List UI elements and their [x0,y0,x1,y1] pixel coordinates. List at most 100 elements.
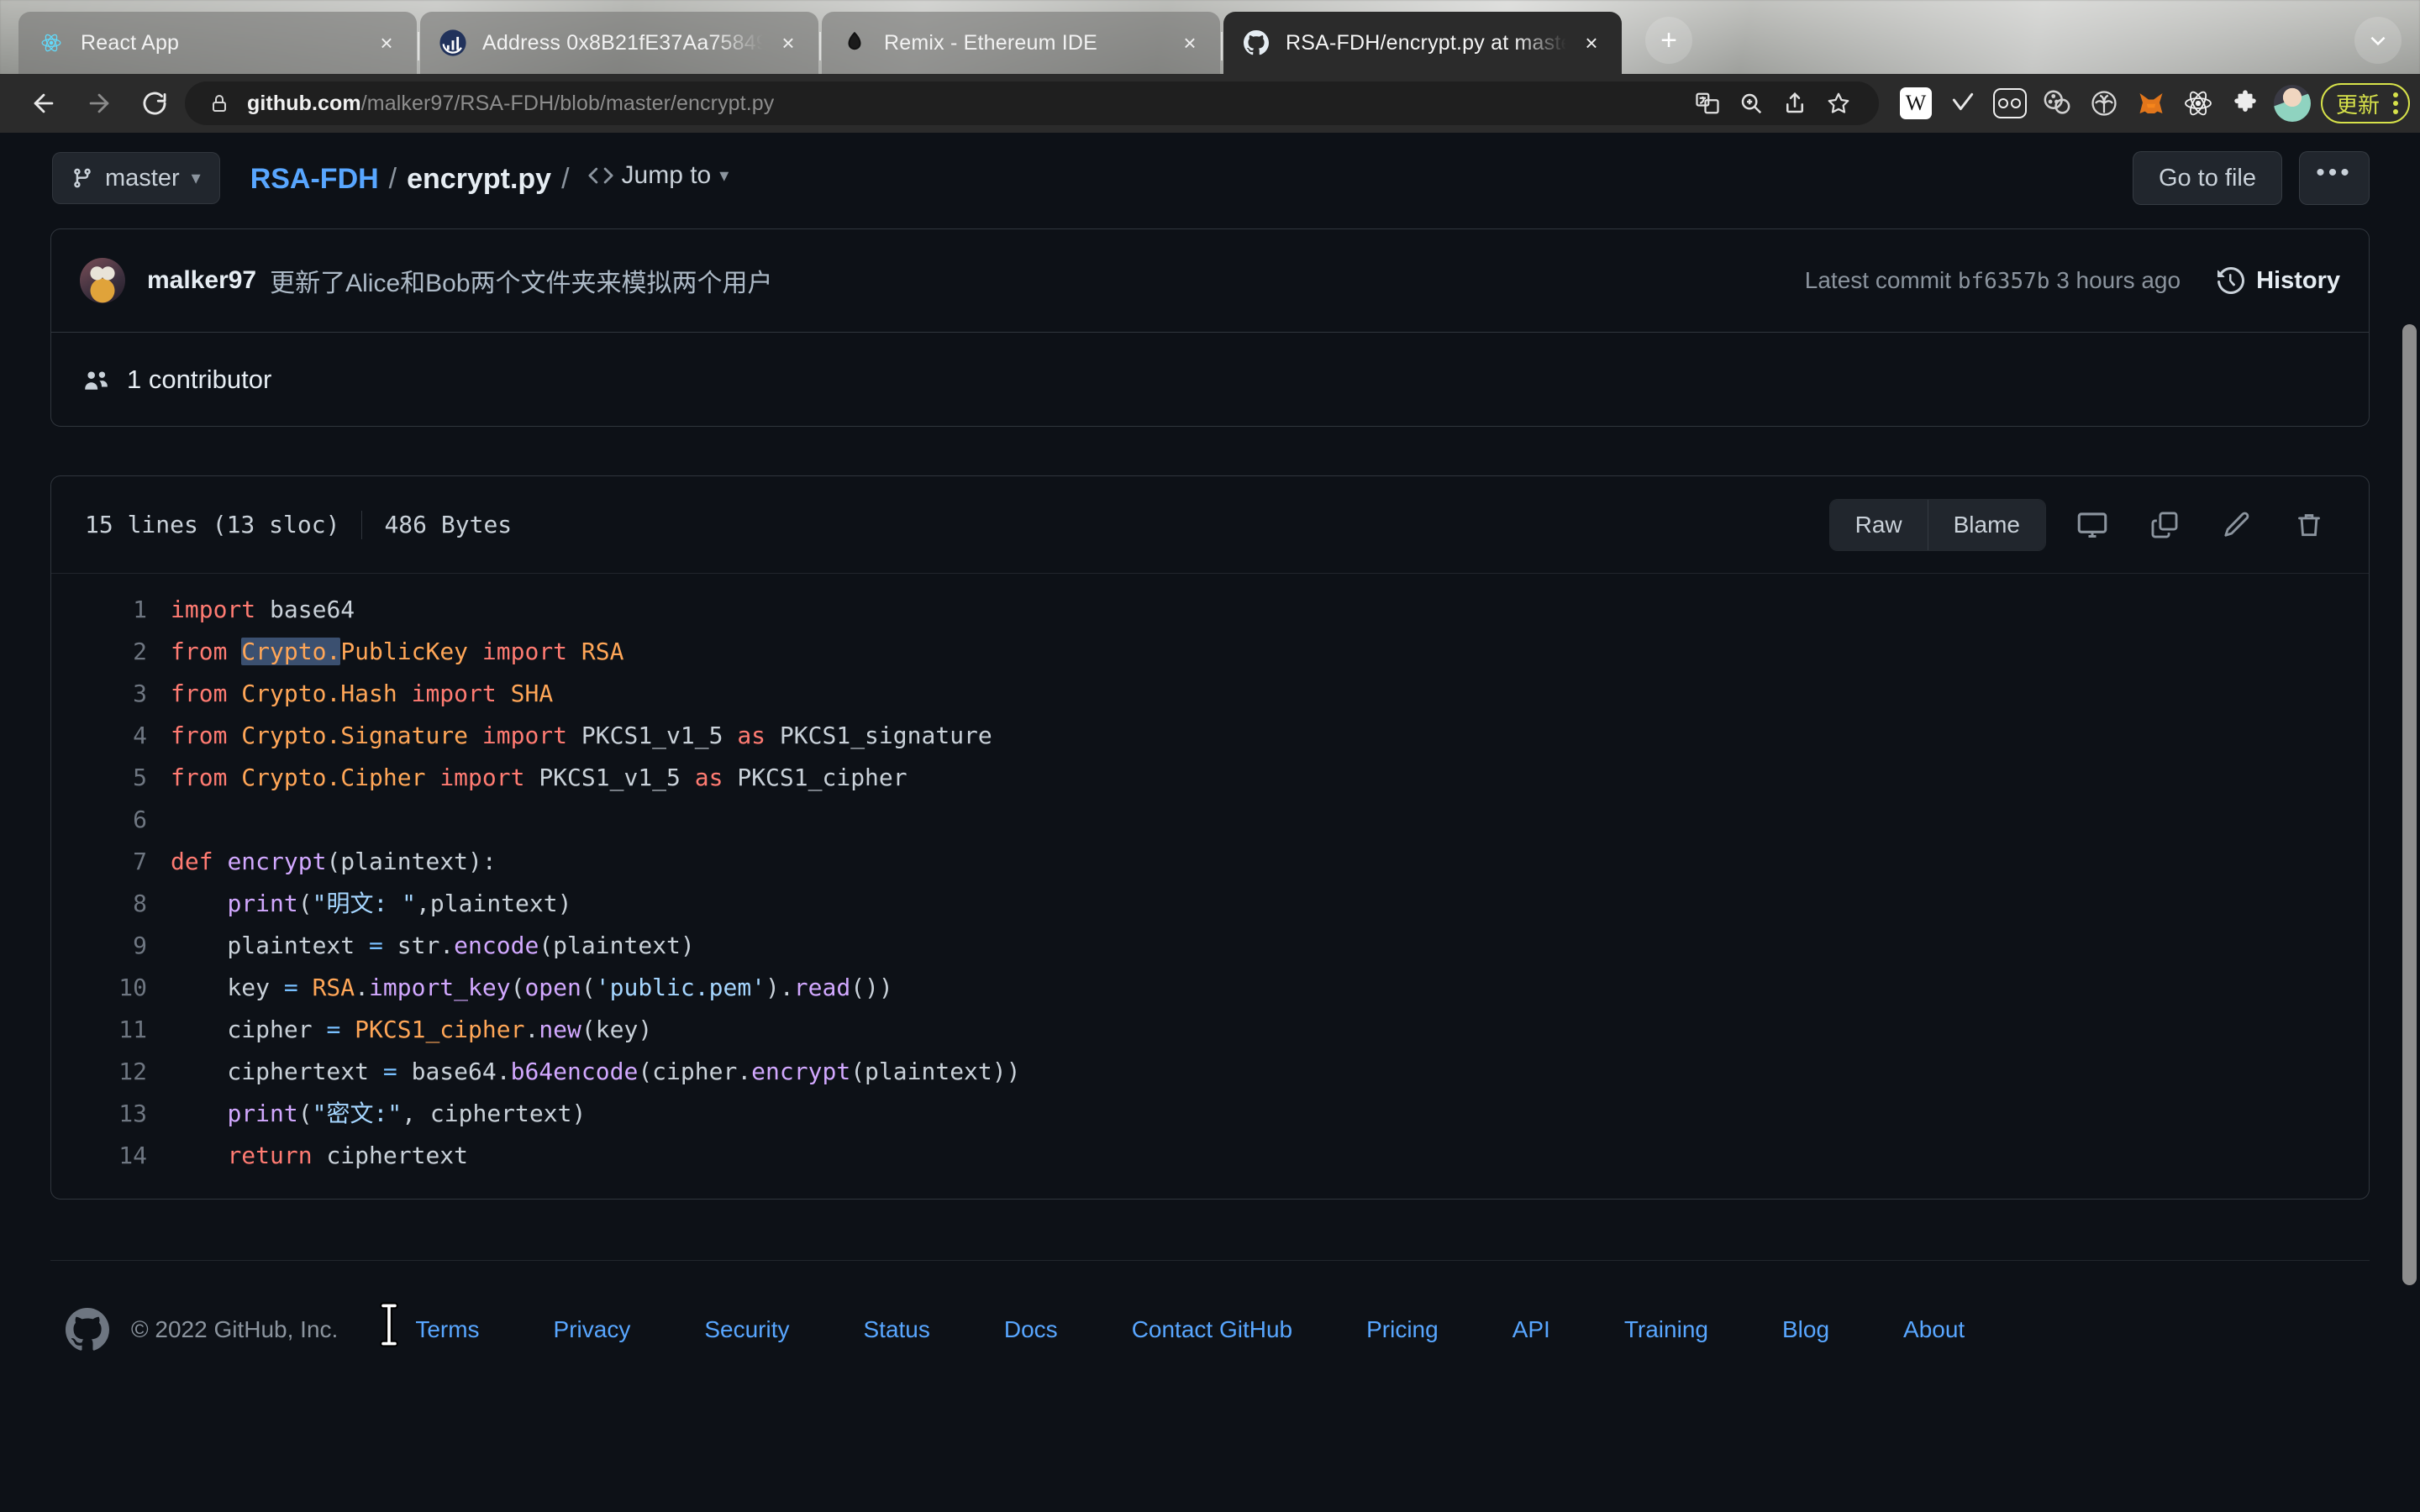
browser-tab-1[interactable]: React App × [18,12,417,74]
profile-avatar-icon[interactable] [2270,81,2314,125]
code-token: print [227,890,298,917]
line-content[interactable]: print("密文:", ciphertext) [171,1093,586,1135]
trash-delete-icon[interactable] [2283,500,2335,550]
blame-button[interactable]: Blame [1927,499,2045,550]
jump-to-button[interactable]: Jump to ▾ [588,161,729,190]
page-scrollbar-thumb[interactable] [2402,324,2417,1285]
tab-close-button[interactable]: × [1173,26,1207,60]
line-content[interactable]: import base64 [171,589,355,631]
code-token: import_key [369,974,511,1001]
line-number[interactable]: 8 [51,883,171,925]
commit-row: malker97 更新了Alice和Bob两个文件夹来模拟两个用户 Latest… [51,229,2369,332]
line-content[interactable]: def encrypt(plaintext): [171,841,497,883]
line-content[interactable]: key = RSA.import_key(open('public.pem').… [171,967,893,1009]
share-icon[interactable] [1773,81,1817,125]
commit-author-link[interactable]: malker97 [147,266,256,295]
pocket-icon[interactable] [1988,81,2032,125]
commit-message[interactable]: 更新了Alice和Bob两个文件夹来模拟两个用户 [270,262,772,299]
line-content[interactable]: from Crypto.Hash import SHA [171,673,553,715]
browser-tab-4[interactable]: RSA-FDH/encrypt.py at master × [1223,12,1622,74]
line-number[interactable]: 5 [51,757,171,799]
tab-close-button[interactable]: × [771,26,805,60]
footer-link[interactable]: Pricing [1366,1316,1439,1343]
grammarly-check-icon[interactable] [1941,81,1985,125]
line-number[interactable]: 6 [51,799,171,841]
commit-sha[interactable]: bf6357b [1958,269,2050,294]
tab-title: Remix - Ethereum IDE [884,30,1098,55]
line-number[interactable]: 4 [51,715,171,757]
reload-icon[interactable] [133,81,176,125]
line-number[interactable]: 7 [51,841,171,883]
desktop-display-icon[interactable] [2066,500,2118,550]
line-number[interactable]: 9 [51,925,171,967]
line-content[interactable]: cipher = PKCS1_cipher.new(key) [171,1009,652,1051]
pencil-edit-icon[interactable] [2211,500,2263,550]
film-reel-icon[interactable] [2035,81,2079,125]
footer-link[interactable]: Docs [1004,1316,1058,1343]
code-token: from [171,638,228,665]
wikipedia-extension-icon[interactable]: W [1894,81,1938,125]
footer-link[interactable]: Training [1624,1316,1708,1343]
forward-arrow-icon[interactable] [77,81,121,125]
line-number[interactable]: 12 [51,1051,171,1093]
github-icon [1242,29,1270,57]
history-link[interactable]: History [2217,267,2340,295]
line-content[interactable]: ciphertext = base64.b64encode(cipher.enc… [171,1051,1020,1093]
line-content[interactable]: from Crypto.Cipher import PKCS1_v1_5 as … [171,757,908,799]
line-number[interactable]: 1 [51,589,171,631]
code-token: ( [581,974,596,1001]
kebab-menu-icon[interactable] [2388,92,2403,114]
palm-tree-icon[interactable] [2082,81,2126,125]
page-scrollbar-track[interactable] [2398,133,2420,1512]
footer-link[interactable]: Terms [415,1316,479,1343]
code-token: ( [297,1100,313,1127]
tab-close-button[interactable]: × [370,26,403,60]
translate-icon[interactable] [1686,81,1729,125]
branch-selector-button[interactable]: master ▾ [52,152,220,204]
tabstrip-expand-button[interactable] [2354,17,2402,64]
back-arrow-icon[interactable] [22,81,66,125]
react-devtools-icon[interactable] [2176,81,2220,125]
line-number[interactable]: 10 [51,967,171,1009]
update-button[interactable]: 更新 [2320,83,2410,123]
browser-tab-3[interactable]: Remix - Ethereum IDE × [822,12,1220,74]
line-number[interactable]: 11 [51,1009,171,1051]
line-content[interactable]: from Crypto.PublicKey import RSA [171,631,623,673]
raw-button[interactable]: Raw [1829,499,1928,550]
bookmark-star-icon[interactable] [1817,81,1860,125]
line-number[interactable]: 2 [51,631,171,673]
contributors-row[interactable]: 1 contributor [51,332,2369,426]
code-token: ()) [850,974,893,1001]
browser-tab-2[interactable]: Address 0x8B21fE37Aa75849… × [420,12,818,74]
line-content[interactable]: plaintext = str.encode(plaintext) [171,925,694,967]
zoom-icon[interactable] [1729,81,1773,125]
footer-link[interactable]: Privacy [554,1316,631,1343]
footer-link[interactable]: Status [864,1316,930,1343]
go-to-file-button[interactable]: Go to file [2132,151,2282,205]
line-content[interactable]: from Crypto.Signature import PKCS1_v1_5 … [171,715,992,757]
footer-link[interactable]: About [1903,1316,1965,1343]
line-content[interactable]: print("明文: ",plaintext) [171,883,571,925]
footer-link[interactable]: API [1512,1316,1550,1343]
code-token: import [439,764,525,791]
line-number[interactable]: 14 [51,1135,171,1177]
code-viewer[interactable]: 1 import base64 2 from Crypto.PublicKey imp… [51,574,2369,1199]
footer-link[interactable]: Contact GitHub [1132,1316,1292,1343]
footer-link[interactable]: Security [704,1316,789,1343]
new-tab-button[interactable]: + [1645,17,1692,64]
line-content[interactable]: return ciphertext [171,1135,468,1177]
puzzle-extensions-icon[interactable] [2223,81,2267,125]
line-number[interactable]: 3 [51,673,171,715]
breadcrumb-repo-link[interactable]: RSA-FDH [250,163,379,196]
metamask-fox-icon[interactable] [2129,81,2173,125]
address-bar[interactable]: github.com/malker97/RSA-FDH/blob/master/… [185,81,1879,125]
more-options-button[interactable]: ••• [2299,151,2370,205]
avatar[interactable] [80,258,125,303]
lock-icon [203,87,235,119]
line-number[interactable]: 13 [51,1093,171,1135]
tab-close-button[interactable]: × [1575,26,1608,60]
copy-icon[interactable] [2139,500,2191,550]
footer-link[interactable]: Blog [1782,1316,1829,1343]
